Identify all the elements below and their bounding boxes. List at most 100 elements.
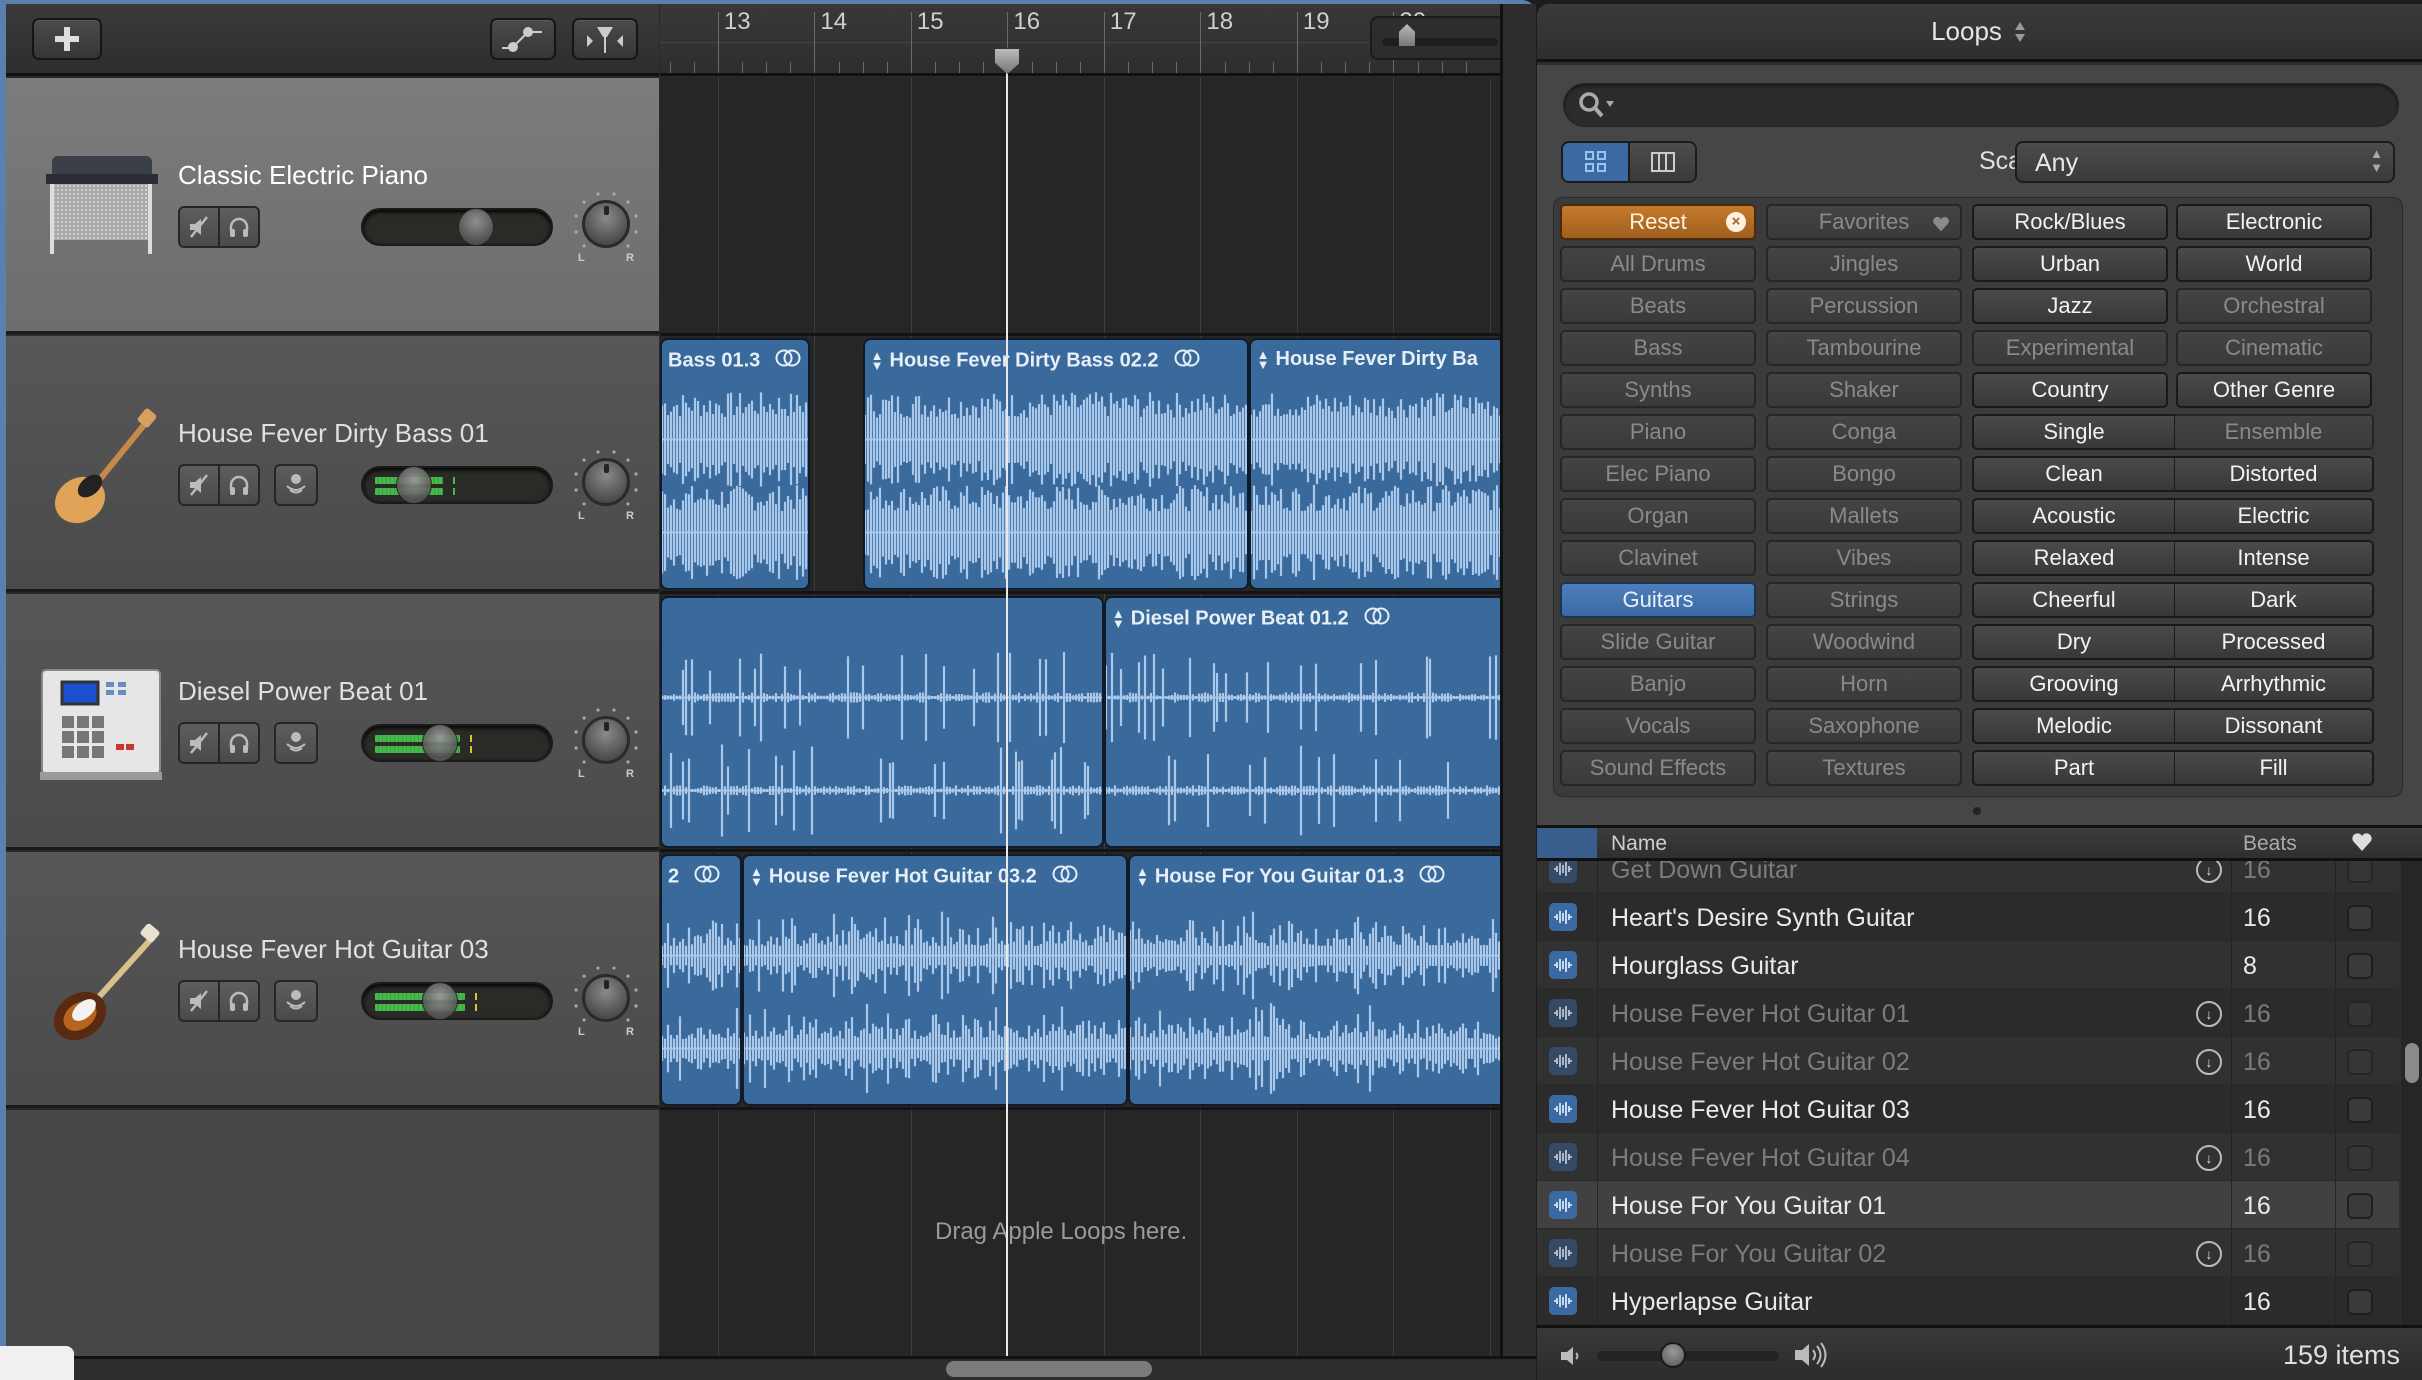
audio-region[interactable] xyxy=(660,596,1104,848)
preview-volume-thumb[interactable] xyxy=(1660,1342,1687,1368)
download-icon[interactable]: ↓ xyxy=(2196,1049,2222,1075)
volume-slider-thumb[interactable] xyxy=(422,724,458,762)
loop-search-input[interactable] xyxy=(1624,90,2384,120)
pan-knob[interactable]: LR xyxy=(574,706,640,786)
mute-button[interactable] xyxy=(180,466,220,504)
favorite-checkbox[interactable] xyxy=(2347,905,2373,931)
descriptor-button[interactable]: Part xyxy=(1972,750,2175,786)
editor-button[interactable] xyxy=(572,18,638,60)
genre-keyword-button[interactable]: Country xyxy=(1972,372,2168,408)
keyword-button[interactable]: Sound Effects xyxy=(1560,750,1756,786)
list-scrollbar[interactable] xyxy=(2401,861,2422,1325)
favorite-checkbox[interactable] xyxy=(2347,1097,2373,1123)
genre-keyword-button[interactable]: World xyxy=(2176,246,2372,282)
list-scrollbar-thumb[interactable] xyxy=(2405,1043,2419,1083)
descriptor-button[interactable]: Dark xyxy=(2175,582,2374,618)
pan-knob-body[interactable] xyxy=(582,200,630,248)
zoom-slider-thumb[interactable] xyxy=(1399,24,1415,46)
tracks-area[interactable]: Bass 01.3 ▲ ▼ House Fever Dirty Bass 02.2 ▲ ▼… xyxy=(660,78,1500,1356)
empty-track-area[interactable] xyxy=(6,1110,659,1356)
download-icon[interactable]: ↓ xyxy=(2196,1001,2222,1027)
audio-region[interactable]: ▲ ▼ House Fever Dirty Bass 02.2 xyxy=(862,338,1249,590)
keyword-button[interactable]: Slide Guitar xyxy=(1560,624,1756,660)
keyword-button[interactable]: Jingles xyxy=(1766,246,1962,282)
keyword-button[interactable]: Favorites xyxy=(1766,204,1962,240)
keyword-button[interactable]: Strings xyxy=(1766,582,1962,618)
track-name[interactable]: House Fever Hot Guitar 03 xyxy=(178,934,489,965)
loop-list-row[interactable]: Hyperlapse Guitar 16 xyxy=(1537,1277,2399,1325)
descriptor-button[interactable]: Dry xyxy=(1972,624,2175,660)
button-view-toggle[interactable] xyxy=(1563,143,1630,181)
horizontal-scrollbar[interactable] xyxy=(946,1361,1152,1377)
keyword-button[interactable]: Textures xyxy=(1766,750,1962,786)
keyword-button[interactable]: Reset × xyxy=(1560,204,1756,240)
scale-select[interactable]: Any ▲ ▼ xyxy=(2015,141,2395,183)
descriptor-button[interactable]: Relaxed xyxy=(1972,540,2175,576)
audio-region[interactable]: ▲ ▼ Diesel Power Beat 01.2 xyxy=(1103,596,1500,848)
volume-slider-thumb[interactable] xyxy=(396,466,432,504)
keyword-button[interactable]: Organ xyxy=(1560,498,1756,534)
download-icon[interactable]: ↓ xyxy=(2196,861,2222,883)
favorite-checkbox[interactable] xyxy=(2347,1193,2373,1219)
genre-keyword-button[interactable]: Experimental xyxy=(1972,330,2168,366)
genre-keyword-button[interactable]: Rock/Blues xyxy=(1972,204,2168,240)
keyword-button[interactable]: Percussion xyxy=(1766,288,1962,324)
preview-volume-slider[interactable] xyxy=(1597,1351,1779,1361)
descriptor-button[interactable]: Single xyxy=(1972,414,2175,450)
keyword-button[interactable]: Guitars xyxy=(1560,582,1756,618)
kind-column-header[interactable] xyxy=(1537,828,1597,858)
mute-button[interactable] xyxy=(180,208,220,246)
automation-button[interactable] xyxy=(490,18,556,60)
genre-keyword-button[interactable]: Electronic xyxy=(2176,204,2372,240)
genre-keyword-button[interactable]: Jazz xyxy=(1972,288,2168,324)
horizontal-zoom-slider[interactable] xyxy=(1370,16,1506,60)
volume-slider-thumb[interactable] xyxy=(422,982,458,1020)
solo-button[interactable] xyxy=(220,208,258,246)
descriptor-button[interactable]: Electric xyxy=(2175,498,2374,534)
volume-slider-thumb[interactable] xyxy=(458,208,494,246)
audio-region[interactable]: 2 xyxy=(660,854,743,1106)
favorite-checkbox[interactable] xyxy=(2347,1001,2373,1027)
download-icon[interactable]: ↓ xyxy=(2196,1241,2222,1267)
loop-list-row[interactable]: House Fever Hot Guitar 01 ↓ 16 xyxy=(1537,989,2399,1037)
keyword-button[interactable]: Elec Piano xyxy=(1560,456,1756,492)
solo-button[interactable] xyxy=(220,982,258,1020)
solo-button[interactable] xyxy=(220,724,258,762)
keyword-button[interactable]: Horn xyxy=(1766,666,1962,702)
descriptor-button[interactable]: Fill xyxy=(2175,750,2374,786)
descriptor-button[interactable]: Processed xyxy=(2175,624,2374,660)
track-header[interactable]: House Fever Dirty Bass 01 L R xyxy=(6,336,659,592)
audio-region[interactable]: ▲ ▼ House Fever Hot Guitar 03.2 xyxy=(742,854,1129,1106)
loop-list-row[interactable]: House Fever Hot Guitar 02 ↓ 16 xyxy=(1537,1037,2399,1085)
loop-list-row[interactable]: House Fever Hot Guitar 04 ↓ 16 xyxy=(1537,1133,2399,1181)
loop-list-row[interactable]: House For You Guitar 01 16 xyxy=(1537,1181,2399,1229)
input-monitor-button[interactable] xyxy=(274,980,318,1022)
mute-button[interactable] xyxy=(180,724,220,762)
pan-knob[interactable]: LR xyxy=(574,190,640,270)
descriptor-button[interactable]: Arrhythmic xyxy=(2175,666,2374,702)
keyword-button[interactable]: Bass xyxy=(1560,330,1756,366)
descriptor-button[interactable]: Distorted xyxy=(2175,456,2374,492)
track-header[interactable]: House Fever Hot Guitar 03 L R xyxy=(6,852,659,1108)
favorite-column-header[interactable] xyxy=(2351,832,2373,858)
keyword-button[interactable]: Shaker xyxy=(1766,372,1962,408)
descriptor-button[interactable]: Dissonant xyxy=(2175,708,2374,744)
column-view-toggle[interactable] xyxy=(1630,143,1695,181)
pan-knob-body[interactable] xyxy=(582,974,630,1022)
favorite-checkbox[interactable] xyxy=(2347,1289,2373,1315)
loop-browser-header[interactable]: Loops xyxy=(1537,4,2422,62)
keyword-button[interactable]: Saxophone xyxy=(1766,708,1962,744)
volume-slider[interactable] xyxy=(361,466,553,504)
track-name[interactable]: Classic Electric Piano xyxy=(178,160,428,191)
add-track-button[interactable] xyxy=(32,18,102,60)
loop-list-row[interactable]: Heart's Desire Synth Guitar 16 xyxy=(1537,893,2399,941)
keyword-button[interactable]: Bongo xyxy=(1766,456,1962,492)
keyword-button[interactable]: Clavinet xyxy=(1560,540,1756,576)
input-monitor-button[interactable] xyxy=(274,464,318,506)
genre-keyword-button[interactable]: Cinematic xyxy=(2176,330,2372,366)
keyword-button[interactable]: Banjo xyxy=(1560,666,1756,702)
download-icon[interactable]: ↓ xyxy=(2196,1145,2222,1171)
keyword-button[interactable]: Conga xyxy=(1766,414,1962,450)
favorite-checkbox[interactable] xyxy=(2347,1049,2373,1075)
favorite-checkbox[interactable] xyxy=(2347,953,2373,979)
